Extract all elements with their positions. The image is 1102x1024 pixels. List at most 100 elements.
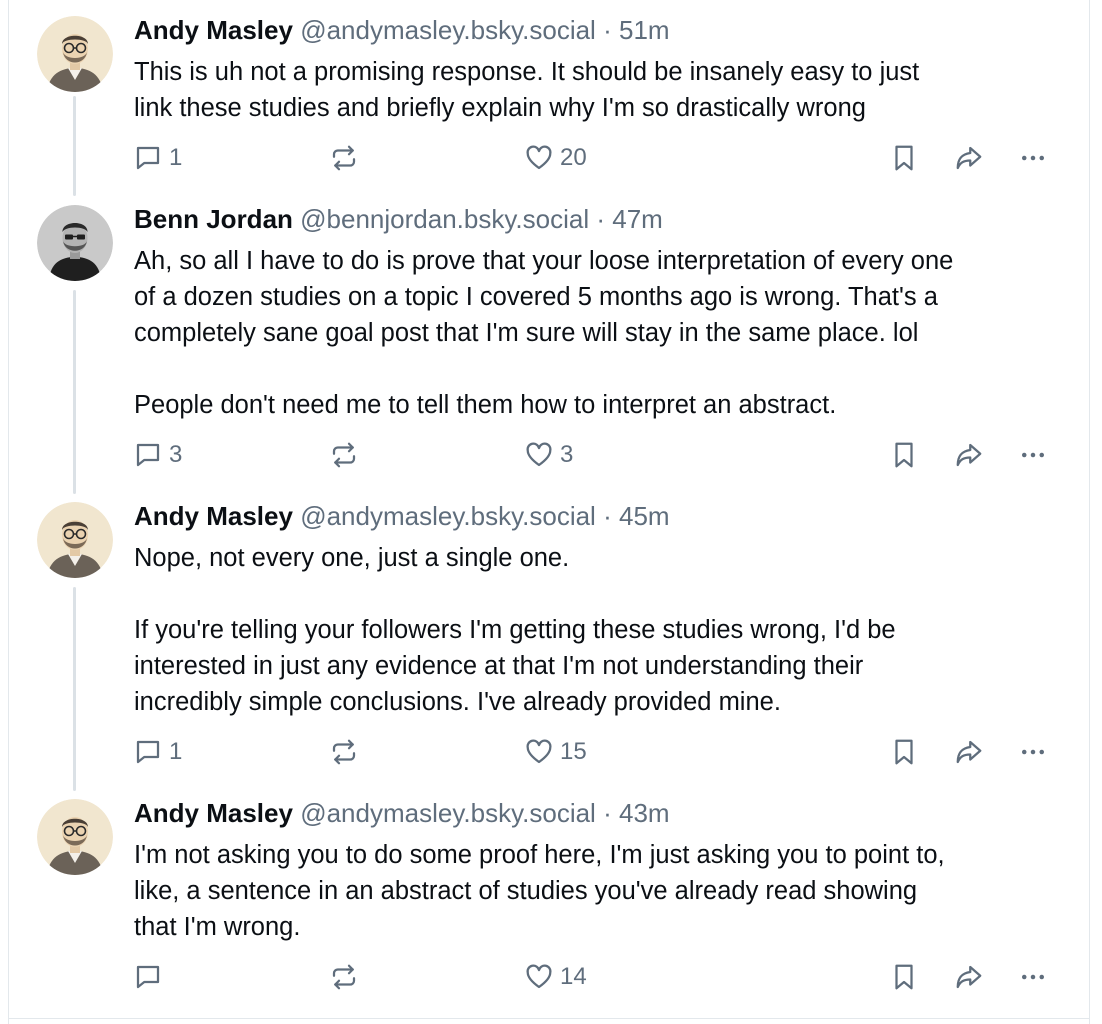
author-handle[interactable]: @andymasley.bsky.social bbox=[300, 501, 596, 531]
more-options-button[interactable] bbox=[1018, 437, 1048, 473]
author-name[interactable]: Andy Masley bbox=[134, 798, 293, 828]
post-header: Andy Masley @andymasley.bsky.social · 51… bbox=[134, 14, 670, 46]
heart-icon bbox=[526, 442, 552, 467]
heart-icon bbox=[526, 145, 552, 170]
post-text-line: link these studies and briefly explain w… bbox=[134, 94, 866, 122]
bookmark-button[interactable] bbox=[889, 437, 919, 473]
separator-dot: · bbox=[603, 15, 612, 45]
like-button[interactable]: 3 bbox=[524, 437, 573, 473]
bookmark-icon bbox=[895, 145, 913, 171]
like-button[interactable]: 20 bbox=[524, 140, 587, 176]
share-button[interactable] bbox=[953, 959, 985, 995]
post-actions: 1 20 bbox=[0, 140, 1102, 176]
post-text-line: Ah, so all I have to do is prove that yo… bbox=[134, 247, 954, 275]
bookmark-button[interactable] bbox=[889, 959, 919, 995]
post-text-line: This is uh not a promising response. It … bbox=[134, 58, 920, 86]
repost-button[interactable] bbox=[329, 959, 359, 995]
repost-button[interactable] bbox=[329, 437, 359, 473]
bookmark-button[interactable] bbox=[889, 140, 919, 176]
avatar[interactable] bbox=[37, 799, 113, 875]
post-text-line: that I'm wrong. bbox=[134, 913, 301, 941]
share-button[interactable] bbox=[953, 140, 985, 176]
post-header: Andy Masley @andymasley.bsky.social · 45… bbox=[134, 500, 670, 532]
post-header: Benn Jordan @bennjordan.bsky.social · 47… bbox=[134, 203, 663, 235]
more-options-button[interactable] bbox=[1018, 140, 1048, 176]
post-text-line: If you're telling your followers I'm get… bbox=[134, 616, 896, 644]
share-button[interactable] bbox=[953, 734, 985, 770]
bookmark-icon bbox=[895, 442, 913, 468]
more-options-icon bbox=[1022, 452, 1044, 458]
author-name[interactable]: Andy Masley bbox=[134, 15, 293, 45]
reply-button[interactable] bbox=[133, 959, 169, 995]
like-button[interactable]: 14 bbox=[524, 959, 587, 995]
more-options-button[interactable] bbox=[1018, 959, 1048, 995]
reply-icon bbox=[136, 443, 160, 467]
post-text-line: of a dozen studies on a topic I covered … bbox=[134, 283, 938, 311]
repost-icon bbox=[332, 145, 356, 171]
post-timestamp[interactable]: 47m bbox=[612, 204, 663, 234]
post-timestamp[interactable]: 51m bbox=[619, 15, 670, 45]
post-text: Nope, not every one, just a single one. … bbox=[134, 540, 1069, 720]
share-button[interactable] bbox=[953, 437, 985, 473]
share-icon bbox=[956, 740, 982, 764]
avatar-andy-masley bbox=[37, 16, 113, 92]
reply-icon bbox=[136, 146, 160, 170]
post-text-line: interested in just any evidence at that … bbox=[134, 652, 864, 680]
more-options-icon bbox=[1022, 974, 1044, 980]
like-count: 15 bbox=[560, 738, 587, 765]
more-options-icon bbox=[1022, 155, 1044, 161]
share-icon bbox=[956, 146, 982, 170]
like-count: 14 bbox=[560, 963, 587, 990]
more-options-button[interactable] bbox=[1018, 734, 1048, 770]
post-text: This is uh not a promising response. It … bbox=[134, 54, 1069, 126]
avatar[interactable] bbox=[37, 16, 113, 92]
post-text-line: incredibly simple conclusions. I've alre… bbox=[134, 688, 781, 716]
post-timestamp[interactable]: 45m bbox=[619, 501, 670, 531]
post-text: I'm not asking you to do some proof here… bbox=[134, 837, 1069, 945]
reply-button[interactable]: 1 bbox=[133, 734, 182, 770]
avatar[interactable] bbox=[37, 502, 113, 578]
repost-button[interactable] bbox=[329, 140, 359, 176]
post-text-line: like, a sentence in an abstract of studi… bbox=[134, 877, 918, 905]
reply-button[interactable]: 1 bbox=[133, 140, 182, 176]
reply-count: 1 bbox=[169, 738, 183, 765]
reply-icon bbox=[136, 740, 160, 764]
avatar-andy-masley bbox=[37, 502, 113, 578]
share-icon bbox=[956, 965, 982, 989]
post-text-line: I'm not asking you to do some proof here… bbox=[134, 841, 945, 869]
author-name[interactable]: Andy Masley bbox=[134, 501, 293, 531]
post-text-line: completely sane goal post that I'm sure … bbox=[134, 319, 919, 347]
separator-dot: · bbox=[596, 204, 606, 234]
avatar-benn-jordan bbox=[37, 205, 113, 281]
post-text-line: People don't need me to tell them how to… bbox=[134, 391, 837, 419]
avatar-andy-masley bbox=[37, 799, 113, 875]
more-options-icon bbox=[1022, 749, 1044, 755]
bookmark-icon bbox=[895, 739, 913, 765]
avatar[interactable] bbox=[37, 205, 113, 281]
repost-button[interactable] bbox=[329, 734, 359, 770]
repost-icon bbox=[332, 964, 356, 990]
bookmark-icon bbox=[895, 964, 913, 990]
post-header: Andy Masley @andymasley.bsky.social · 43… bbox=[134, 797, 670, 829]
reply-button[interactable]: 3 bbox=[133, 437, 182, 473]
post-timestamp[interactable]: 43m bbox=[619, 798, 670, 828]
author-handle[interactable]: @andymasley.bsky.social bbox=[300, 15, 596, 45]
post-actions: 14 bbox=[0, 959, 1102, 995]
like-button[interactable]: 15 bbox=[524, 734, 587, 770]
post-text: Ah, so all I have to do is prove that yo… bbox=[134, 243, 1069, 423]
repost-icon bbox=[332, 442, 356, 468]
bookmark-button[interactable] bbox=[889, 734, 919, 770]
reply-count: 1 bbox=[169, 144, 183, 171]
heart-icon bbox=[526, 739, 552, 764]
author-handle[interactable]: @andymasley.bsky.social bbox=[300, 798, 596, 828]
like-count: 3 bbox=[560, 441, 574, 468]
repost-icon bbox=[332, 739, 356, 765]
author-handle[interactable]: @bennjordan.bsky.social bbox=[300, 204, 589, 234]
reply-icon bbox=[136, 965, 160, 989]
post-actions: 1 15 bbox=[0, 734, 1102, 770]
author-name[interactable]: Benn Jordan bbox=[134, 204, 293, 234]
post-text-line: Nope, not every one, just a single one. bbox=[134, 544, 570, 572]
post-actions: 3 3 bbox=[0, 437, 1102, 473]
separator-dot: · bbox=[603, 501, 612, 531]
heart-icon bbox=[526, 964, 552, 989]
